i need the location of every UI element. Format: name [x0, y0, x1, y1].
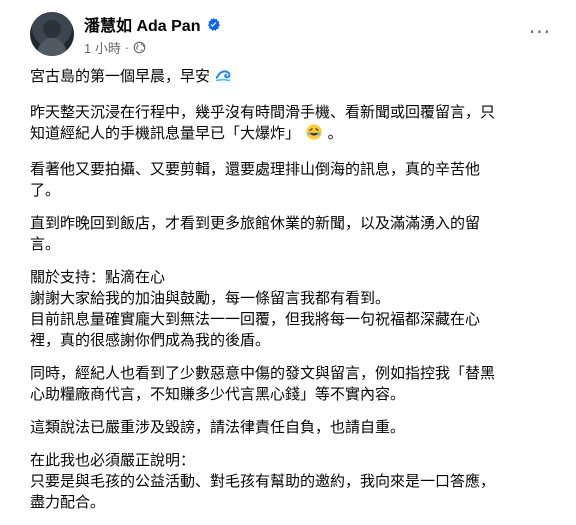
- verified-badge-icon: [206, 17, 221, 32]
- author-avatar[interactable]: [30, 12, 74, 56]
- post-text-line: 只要是與毛孩的公益活動、對毛孩有幫助的邀約，我向來是一口答應，: [30, 472, 496, 490]
- laughing-emoji-icon: [305, 123, 323, 147]
- post-paragraph: 在此我也必須嚴正說明： 只要是與毛孩的公益活動、對毛孩有幫助的邀約，我向來是一口…: [30, 450, 550, 513]
- post-text-line: 謝謝大家給我的加油與鼓勵，每一條留言我都有看到。: [30, 289, 391, 307]
- post-text-line: 了。: [30, 181, 61, 199]
- post-text-line-wrap: 知道經紀人的手機訊息量早已「大爆炸」 。: [30, 123, 550, 147]
- post-text-line: 心助糧廠商代言，不知賺多少代言黑心錢」等不實內容。: [30, 385, 406, 403]
- post-timestamp[interactable]: 1 小時: [84, 38, 121, 57]
- post-text-line: 昨天整天沉浸在行程中，幾乎沒有時間滑手機、看新聞或回覆留言，只: [30, 103, 496, 121]
- post-header: 潘慧如 Ada Pan 1 小時 · ···: [30, 10, 562, 64]
- post-meta: 1 小時 ·: [84, 38, 146, 57]
- post-paragraph: 關於支持：點滴在心 謝謝大家給我的加油與鼓勵，每一條留言我都有看到。 目前訊息量…: [30, 267, 550, 351]
- post-text-line: 看著他又要拍攝、又要剪輯，還要處理排山倒海的訊息，真的辛苦他: [30, 160, 481, 178]
- meta-separator: ·: [124, 40, 130, 55]
- post-paragraph: 同時，經紀人也看到了少數惡意中傷的發文與留言，例如指控我「替黑 心助糧廠商代言，…: [30, 363, 550, 405]
- post-text-line: 裡，真的很感謝你們成為我的後盾。: [30, 331, 271, 349]
- post-text-line: 直到昨晚回到飯店，才看到更多旅館休業的新聞，以及滿滿湧入的留: [30, 214, 481, 232]
- wave-emoji-icon: [215, 66, 233, 90]
- post-paragraph: 直到昨晚回到飯店，才看到更多旅館休業的新聞，以及滿滿湧入的留 言。: [30, 213, 550, 255]
- author-name[interactable]: 潘慧如 Ada Pan: [84, 12, 200, 36]
- more-options-icon[interactable]: ···: [526, 20, 554, 44]
- post-paragraph: 昨天整天沉浸在行程中，幾乎沒有時間滑手機、看新聞或回覆留言，只 知道經紀人的手機…: [30, 102, 550, 147]
- post-text-line: 關於支持：點滴在心: [30, 268, 166, 286]
- post-text-line: 目前訊息量確實龐大到無法一一回覆，但我將每一句祝福都深藏在心: [30, 310, 481, 328]
- post-paragraph: 看著他又要拍攝、又要剪輯，還要處理排山倒海的訊息，真的辛苦他 了。: [30, 159, 550, 201]
- post-text-line: 盡力配合。: [30, 493, 106, 511]
- post-paragraph: 宮古島的第一個早晨，早安: [30, 66, 550, 90]
- post-card: 潘慧如 Ada Pan 1 小時 · ··· 宮古島的第一個早晨，早安 昨天整天…: [0, 0, 576, 511]
- post-text-line: 在此我也必須嚴正說明：: [30, 451, 196, 469]
- post-text-line: 知道經紀人的手機訊息量早已「大爆炸」: [30, 124, 301, 142]
- post-text-line: 這類說法已嚴重涉及毀謗，請法律責任自負，也請自重。: [30, 418, 406, 436]
- post-paragraph: 這類說法已嚴重涉及毀謗，請法律責任自負，也請自重。: [30, 417, 550, 438]
- author-name-row: 潘慧如 Ada Pan: [84, 12, 221, 36]
- post-text-line: 同時，經紀人也看到了少數惡意中傷的發文與留言，例如指控我「替黑: [30, 364, 496, 382]
- post-text-punct: 。: [327, 124, 343, 142]
- post-text-line: 言。: [30, 235, 61, 253]
- post-text-line: 宮古島的第一個早晨，早安: [30, 67, 211, 85]
- globe-icon[interactable]: [133, 41, 146, 54]
- post-body: 宮古島的第一個早晨，早安 昨天整天沉浸在行程中，幾乎沒有時間滑手機、看新聞或回覆…: [30, 66, 550, 525]
